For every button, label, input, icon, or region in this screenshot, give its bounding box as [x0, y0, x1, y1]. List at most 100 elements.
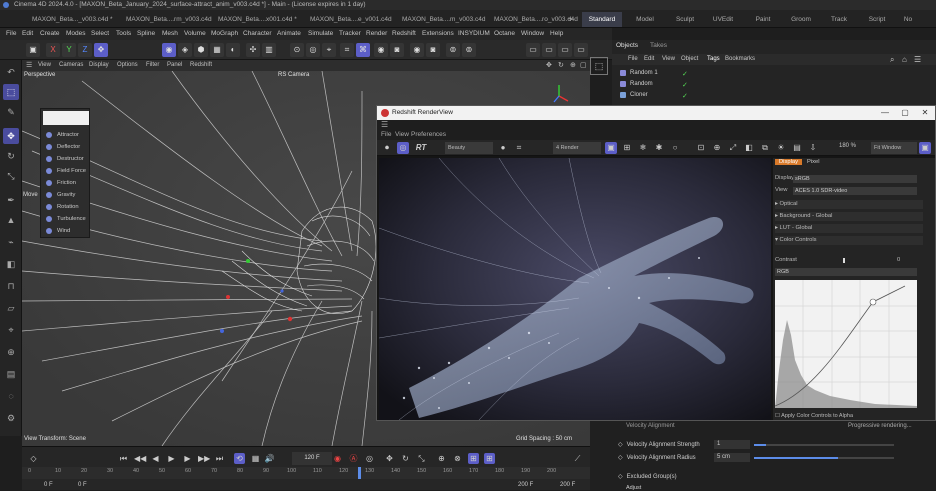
layout-tab-groom[interactable]: Groom: [784, 12, 818, 27]
sound-icon[interactable]: 🔊: [264, 453, 275, 464]
grid-icon[interactable]: ⊞: [621, 142, 633, 154]
paint-tool-icon[interactable]: ▲: [3, 212, 19, 228]
ipr-icon[interactable]: ◎: [397, 142, 409, 154]
om-search-icon[interactable]: ⌕: [890, 54, 894, 65]
maximize-icon[interactable]: ▢: [895, 106, 915, 120]
om-select-tool-icon[interactable]: ⬚: [590, 57, 608, 75]
section-optical[interactable]: ▸ Optical: [775, 200, 923, 209]
om-row-cloner[interactable]: Cloner: [616, 90, 711, 100]
layout-save-icon[interactable]: ▭: [526, 43, 540, 57]
menu-insydium[interactable]: INSYDIUM: [458, 28, 490, 40]
key-rotation-icon[interactable]: ↻: [400, 453, 411, 464]
axis-tool-icon[interactable]: ⊕: [3, 344, 19, 360]
workplane-icon[interactable]: ▥: [262, 43, 276, 57]
pixel-tab[interactable]: Pixel: [807, 159, 820, 165]
keyframe-selection-icon[interactable]: ◎: [364, 453, 375, 464]
pen-tool-icon[interactable]: ✒: [3, 192, 19, 208]
world-coordinates-icon[interactable]: ✥: [94, 43, 108, 57]
menu-mograph[interactable]: MoGraph: [211, 28, 238, 40]
menu-mesh[interactable]: Mesh: [162, 28, 178, 40]
apply-alpha-checkbox[interactable]: ☐ Apply Color Controls to Alpha: [775, 412, 923, 421]
om-menu-tags[interactable]: Tags: [707, 54, 720, 65]
menu-item-rotation[interactable]: Rotation: [43, 201, 89, 213]
uv-mode-icon[interactable]: ▦: [210, 43, 224, 57]
menu-item-destructor[interactable]: Destructor: [43, 153, 89, 165]
viewport-move-icon[interactable]: ✥: [546, 60, 552, 71]
key-scale-icon[interactable]: ⤡: [416, 453, 427, 464]
menu-select[interactable]: Select: [91, 28, 109, 40]
key-points-icon[interactable]: ⊞: [484, 453, 495, 464]
fps-icon[interactable]: ▦: [250, 453, 261, 464]
octane-live-icon[interactable]: ⊚: [446, 43, 460, 57]
menu-render[interactable]: Render: [366, 28, 387, 40]
render-settings-icon[interactable]: ◙: [390, 43, 404, 57]
menu-item-turbulence[interactable]: Turbulence: [43, 213, 89, 225]
viewport-maximize-icon[interactable]: ▢: [580, 60, 587, 71]
layout-tab-model[interactable]: Model: [628, 12, 662, 27]
polygons-mode-icon[interactable]: ⬢: [194, 43, 208, 57]
solo-icon[interactable]: ⌖: [322, 43, 336, 57]
layout-tools-icon[interactable]: ▭: [558, 43, 572, 57]
workplane-tool-icon[interactable]: ▱: [3, 300, 19, 316]
autokey-icon[interactable]: Ⓐ: [348, 453, 359, 464]
rt-toggle[interactable]: RT: [413, 142, 429, 154]
render-mode-select[interactable]: 4 Render: [553, 142, 601, 154]
live-selection-icon[interactable]: ⊙: [290, 43, 304, 57]
menu-octane[interactable]: Octane: [494, 28, 515, 40]
current-frame-field[interactable]: 120 F: [292, 452, 332, 465]
strength-slider[interactable]: [754, 444, 894, 446]
doc-tab-6[interactable]: MAXON_Beta....ro_v003.c4d: [490, 12, 578, 27]
post-icon[interactable]: ▤: [791, 142, 803, 154]
keyframe-toggle-icon[interactable]: ◇: [618, 474, 623, 480]
menu-file[interactable]: File: [6, 28, 16, 40]
vp-menu-redshift[interactable]: Redshift: [190, 60, 212, 71]
radius-field[interactable]: 5 cm: [714, 453, 750, 462]
minimize-icon[interactable]: —: [875, 106, 895, 120]
menu-animate[interactable]: Animate: [277, 28, 301, 40]
layout-tab-paint[interactable]: Paint: [746, 12, 780, 27]
brush-tool-icon[interactable]: ◌: [3, 388, 19, 404]
magnet-tool-icon[interactable]: ⊓: [3, 278, 19, 294]
menu-simulate[interactable]: Simulate: [308, 28, 333, 40]
doc-tab-4[interactable]: MAXON_Beta....e_v001.c4d: [306, 12, 396, 27]
edges-mode-icon[interactable]: ◈: [178, 43, 192, 57]
layer-tool-icon[interactable]: ◧: [3, 256, 19, 272]
freeze-icon[interactable]: ✱: [653, 142, 665, 154]
model-mode-icon[interactable]: ▣: [26, 43, 40, 57]
octane-settings-icon[interactable]: ⊚: [462, 43, 476, 57]
scale-tool-icon[interactable]: ⤡: [3, 168, 19, 184]
sculpt-icon[interactable]: ✎: [3, 104, 19, 120]
render-image[interactable]: [379, 158, 771, 420]
section-lut[interactable]: ▸ LUT - Global: [775, 224, 923, 233]
circle-icon[interactable]: ○: [669, 142, 681, 154]
enabled-check-icon[interactable]: ✓: [682, 70, 688, 78]
menu-item-friction[interactable]: Friction: [43, 177, 89, 189]
keyframe-toggle-icon[interactable]: ◇: [618, 455, 623, 461]
layout-tab-standard[interactable]: Standard: [582, 12, 622, 27]
knife-tool-icon[interactable]: ⌁: [3, 234, 19, 250]
menu-character[interactable]: Character: [243, 28, 272, 40]
lock-icon[interactable]: ▣: [605, 142, 617, 154]
render-start-icon[interactable]: ⏺: [381, 142, 393, 154]
layout-tab-script[interactable]: Script: [860, 12, 894, 27]
menu-spline[interactable]: Spline: [137, 28, 155, 40]
doc-tab-3[interactable]: MAXON_Beta....x001.c4d *: [214, 12, 304, 27]
next-key-icon[interactable]: ▶▶: [198, 453, 210, 464]
display-tab[interactable]: Display: [775, 159, 803, 165]
curve-editor[interactable]: [774, 280, 917, 408]
prev-frame-icon[interactable]: ◀: [150, 453, 161, 464]
om-menu-bookmarks[interactable]: Bookmarks: [725, 54, 755, 65]
y-axis-lock-icon[interactable]: Y: [62, 43, 76, 57]
history-icon[interactable]: ⧉: [759, 142, 771, 154]
rotate-tool-icon[interactable]: ↻: [3, 148, 19, 164]
section-color-controls[interactable]: ▾ Color Controls: [775, 236, 923, 245]
expand-icon[interactable]: ⤢: [727, 142, 739, 154]
key-position-icon[interactable]: ✥: [384, 453, 395, 464]
channel-select[interactable]: RGB: [775, 268, 917, 276]
z-axis-lock-icon[interactable]: Z: [78, 43, 92, 57]
menu-tracker[interactable]: Tracker: [339, 28, 361, 40]
om-menu-edit[interactable]: Edit: [644, 54, 654, 65]
vp-menu-view[interactable]: View: [38, 60, 51, 71]
strength-field[interactable]: 1: [714, 440, 750, 449]
menu-item-deflector[interactable]: Deflector: [43, 141, 89, 153]
